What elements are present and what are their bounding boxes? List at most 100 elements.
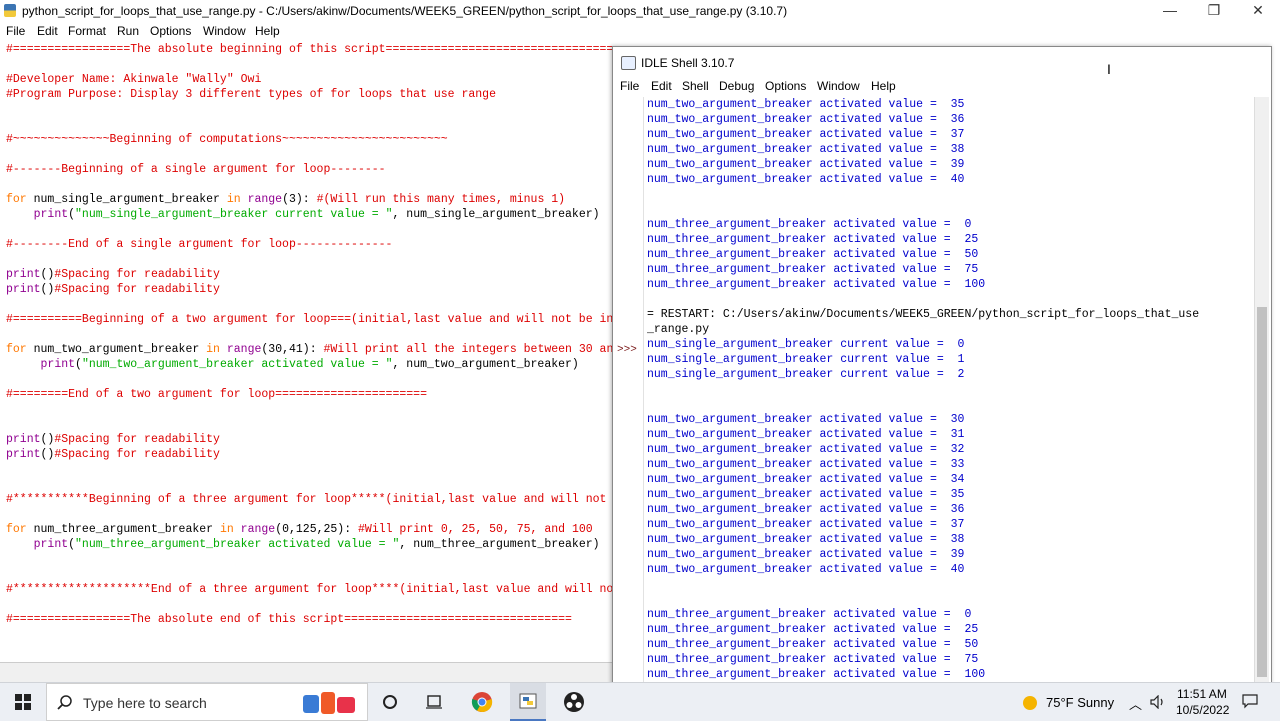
code-token: #***********Beginning of a three argumen… bbox=[6, 493, 607, 506]
taskbar-search-box[interactable]: Type here to search bbox=[46, 683, 368, 721]
code-token: num_three_argument_breaker bbox=[26, 523, 220, 536]
code-line: #********************End of a three argu… bbox=[6, 582, 612, 597]
code-token: #********************End of a three argu… bbox=[6, 583, 612, 596]
output-line: num_two_argument_breaker activated value… bbox=[647, 563, 965, 576]
editor-menu-help[interactable]: Help bbox=[255, 24, 280, 38]
output-line: num_three_argument_breaker activated val… bbox=[647, 608, 972, 621]
chrome-taskbar-button[interactable] bbox=[464, 683, 500, 721]
output-line: num_three_argument_breaker activated val… bbox=[647, 233, 979, 246]
output-line: num_two_argument_breaker activated value… bbox=[647, 503, 965, 516]
idle-shell-window[interactable]: IDLE Shell 3.10.7 I File Edit Shell Debug Op… bbox=[612, 46, 1272, 688]
output-line: num_three_argument_breaker activated val… bbox=[647, 653, 979, 666]
code-token: #Program Purpose: Display 3 different ty… bbox=[6, 88, 496, 101]
code-token: print bbox=[6, 283, 41, 296]
notification-icon bbox=[1242, 694, 1258, 709]
editor-title-bar[interactable]: python_script_for_loops_that_use_range.p… bbox=[0, 0, 1280, 22]
shell-menu-options[interactable]: Options bbox=[765, 79, 806, 93]
tray-overflow-chevron-icon[interactable]: ︿ bbox=[1129, 694, 1142, 713]
editor-code-area[interactable]: #=================The absolute beginning… bbox=[0, 42, 612, 662]
code-line: #Developer Name: Akinwale "Wally" Owi bbox=[6, 72, 261, 87]
shell-menu-window[interactable]: Window bbox=[817, 79, 860, 93]
editor-menu-run[interactable]: Run bbox=[117, 24, 139, 38]
shell-scrollbar-thumb[interactable] bbox=[1257, 307, 1267, 677]
editor-menu-bar: File Edit Format Run Options Window Help bbox=[0, 22, 1280, 40]
code-line: #========End of a two argument for loop=… bbox=[6, 387, 427, 402]
minimize-button[interactable]: — bbox=[1148, 0, 1192, 22]
output-line: num_two_argument_breaker activated value… bbox=[647, 488, 965, 501]
code-token: for bbox=[6, 523, 27, 536]
code-token: (30,41): bbox=[261, 343, 324, 356]
code-token: #-------Beginning of a single argument f… bbox=[6, 163, 386, 176]
code-line: for num_two_argument_breaker in range(30… bbox=[6, 342, 612, 357]
code-token: #==========Beginning of a two argument f… bbox=[6, 313, 612, 326]
code-token: , num_two_argument_breaker) bbox=[392, 358, 579, 371]
editor-menu-format[interactable]: Format bbox=[68, 24, 106, 38]
code-line: print("num_single_argument_breaker curre… bbox=[6, 207, 600, 222]
code-token: #Will print all the integers between 30 … bbox=[323, 343, 612, 356]
code-token: #Spacing for readability bbox=[54, 268, 220, 281]
code-line: #***********Beginning of a three argumen… bbox=[6, 492, 612, 507]
restart-line: = RESTART: C:/Users/akinw/Documents/WEEK… bbox=[647, 308, 1200, 321]
code-token: #Developer Name: Akinwale "Wally" Owi bbox=[6, 73, 262, 86]
weather-text[interactable]: 75°F Sunny bbox=[1046, 695, 1114, 710]
code-token: in bbox=[206, 343, 220, 356]
editor-window-title: python_script_for_loops_that_use_range.p… bbox=[22, 4, 788, 18]
shell-menu-edit[interactable]: Edit bbox=[651, 79, 672, 93]
shell-output-area[interactable]: num_two_argument_breaker activated value… bbox=[647, 97, 1251, 685]
output-line: num_three_argument_breaker activated val… bbox=[647, 278, 986, 291]
output-line: num_two_argument_breaker activated value… bbox=[647, 413, 965, 426]
weather-sun-icon bbox=[1023, 696, 1037, 710]
output-line: num_single_argument_breaker current valu… bbox=[647, 353, 965, 366]
editor-menu-edit[interactable]: Edit bbox=[37, 24, 58, 38]
cortana-icon bbox=[383, 695, 397, 709]
shell-menu-debug[interactable]: Debug bbox=[719, 79, 754, 93]
idle-taskbar-button[interactable] bbox=[510, 683, 546, 721]
code-token: "num_single_argument_breaker current val… bbox=[75, 208, 393, 221]
editor-menu-file[interactable]: File bbox=[6, 24, 25, 38]
shell-menu-help[interactable]: Help bbox=[871, 79, 896, 93]
obs-taskbar-button[interactable] bbox=[556, 683, 592, 721]
close-button[interactable]: ✕ bbox=[1236, 0, 1280, 22]
start-button[interactable] bbox=[0, 683, 46, 721]
code-token: print bbox=[40, 358, 76, 371]
code-line: #--------End of a single argument for lo… bbox=[6, 237, 392, 252]
code-line: #=================The absolute end of th… bbox=[6, 612, 572, 627]
restore-button[interactable]: ❐ bbox=[1192, 0, 1236, 22]
shell-scrollbar[interactable] bbox=[1254, 97, 1269, 685]
output-line: num_three_argument_breaker activated val… bbox=[647, 638, 979, 651]
code-token: #========End of a two argument for loop=… bbox=[6, 388, 427, 401]
shell-prompt: >>> bbox=[617, 344, 637, 356]
python-idle-icon bbox=[519, 693, 537, 709]
code-token: in bbox=[226, 193, 241, 206]
chrome-icon bbox=[471, 692, 493, 713]
editor-menu-options[interactable]: Options bbox=[150, 24, 191, 38]
code-token: print bbox=[33, 208, 69, 221]
cortana-button[interactable] bbox=[372, 683, 408, 721]
code-line: print("num_two_argument_breaker activate… bbox=[6, 357, 579, 372]
code-token: for bbox=[6, 343, 27, 356]
code-token: range bbox=[240, 523, 276, 536]
shell-title-bar[interactable]: IDLE Shell 3.10.7 I bbox=[613, 47, 1271, 77]
shell-menu-file[interactable]: File bbox=[620, 79, 639, 93]
code-token: (0,125,25): bbox=[275, 523, 359, 536]
search-placeholder: Type here to search bbox=[83, 695, 207, 711]
code-line: #~~~~~~~~~~~~~~Beginning of computations… bbox=[6, 132, 448, 147]
output-line: num_two_argument_breaker activated value… bbox=[647, 113, 965, 126]
code-token: print bbox=[33, 538, 69, 551]
code-line: print()#Spacing for readability bbox=[6, 447, 220, 462]
code-token: num_two_argument_breaker bbox=[26, 343, 207, 356]
output-line: num_two_argument_breaker activated value… bbox=[647, 533, 965, 546]
output-line: num_two_argument_breaker activated value… bbox=[647, 98, 965, 111]
code-token: range bbox=[226, 343, 262, 356]
editor-menu-window[interactable]: Window bbox=[203, 24, 246, 38]
code-token: #--------End of a single argument for lo… bbox=[6, 238, 393, 251]
restart-line: _range.py bbox=[647, 323, 710, 336]
shell-menu-shell[interactable]: Shell bbox=[682, 79, 709, 93]
code-token: #=================The absolute beginning… bbox=[6, 43, 612, 56]
task-view-button[interactable] bbox=[416, 683, 452, 721]
clock-time[interactable]: 11:51 AM bbox=[1177, 687, 1227, 701]
code-line: print("num_three_argument_breaker activa… bbox=[6, 537, 600, 552]
clock-date[interactable]: 10/5/2022 bbox=[1176, 703, 1229, 717]
search-icon bbox=[57, 695, 72, 710]
